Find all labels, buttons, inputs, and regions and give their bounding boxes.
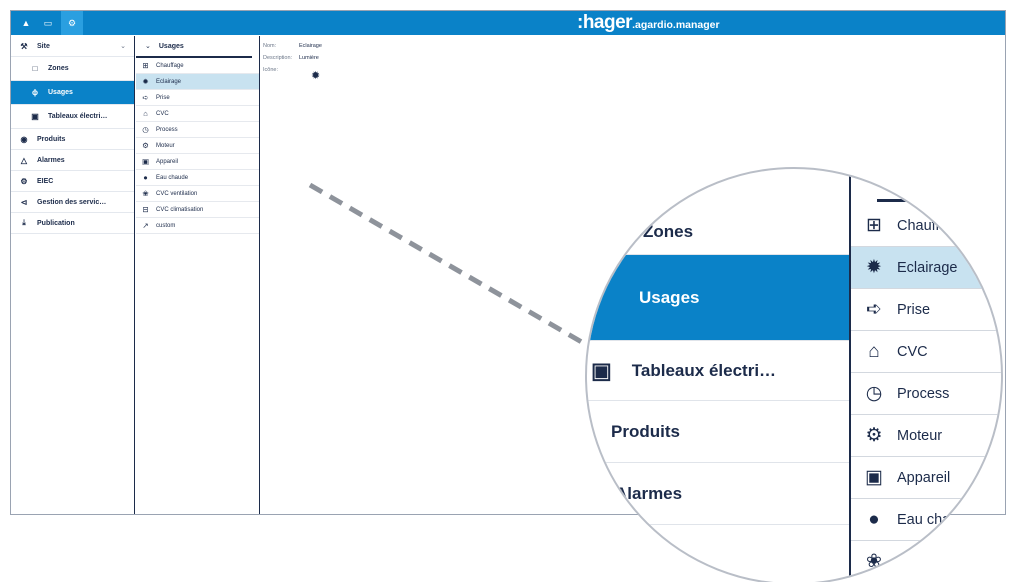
zoom-list-item-process: ◷ Process [851,373,1001,415]
zoom-list-item-appareil: ▣ Appareil [851,457,1001,499]
zoom-list-label: CVC [897,343,928,360]
zoom-sidebar-item-usages: Usages [587,255,849,341]
radiator-icon: ⊞ [866,215,882,236]
zoom-list-label: Eau chaude [897,511,975,528]
zoom-list-label: Process [897,385,950,402]
zoom-list-label: Prise [897,301,931,318]
zoom-sidebar-item-zones: Zones [587,209,849,255]
magnifier-zoom: Zones Usages ▣ Tableaux électri… Produit… [585,167,1003,582]
clock-icon: ◷ [865,383,883,404]
fan-icon: ❀ [866,551,882,572]
zoom-list-header-line [877,199,1001,202]
washer-icon: ▣ [865,467,883,488]
house-icon: ⌂ [868,340,880,362]
zoom-list-item-cvc: ⌂ CVC [851,331,1001,373]
zoom-list-item-cvc-ventilation: ❀ CVC ventilation [851,541,1001,582]
zoom-sidebar-label: Alarmes [615,483,683,503]
zoom-list-item-prise: ➪ Prise [851,289,1001,331]
zoom-list-label: Chauffage [897,217,964,234]
zoom-sidebar-label: Usages [639,287,700,307]
drop-icon: ● [868,508,880,530]
zoom-list-label: Eclairage [897,259,958,276]
board-icon: ▣ [591,357,612,383]
zoom-list-item-eclairage: ✹ Eclairage [851,247,1001,289]
zoom-list-label: CVC ventilation [897,553,997,570]
zoom-list-label: Appareil [897,469,951,486]
motor-icon: ⚙ [865,425,883,446]
plug-icon: ➪ [866,299,882,320]
zoom-list-item-chauffage: ⊞ Chauffage [851,205,1001,247]
lightbulb-icon: ✹ [866,257,882,278]
zoom-sidebar-label: Zones [643,221,694,241]
zoom-sidebar-item-tableaux: ▣ Tableaux électri… [587,341,849,401]
zoom-list-item-eau-chaude: ● Eau chaude [851,499,1001,541]
zoom-sidebar-label: Produits [611,421,680,441]
zoom-list-label: Moteur [897,427,943,444]
zoom-sidebar-label: Tableaux électri… [631,360,777,380]
screenshot-stage: ▲ ▭ ⚙ :hager.agardio.manager ⚒ Site ⌄ □ … [0,0,1013,582]
zoom-sidebar-item-produits: Produits [587,401,849,463]
zoom-sidebar-item-alarmes: Alarmes [587,463,849,525]
zoom-list-item-moteur: ⚙ Moteur [851,415,1001,457]
